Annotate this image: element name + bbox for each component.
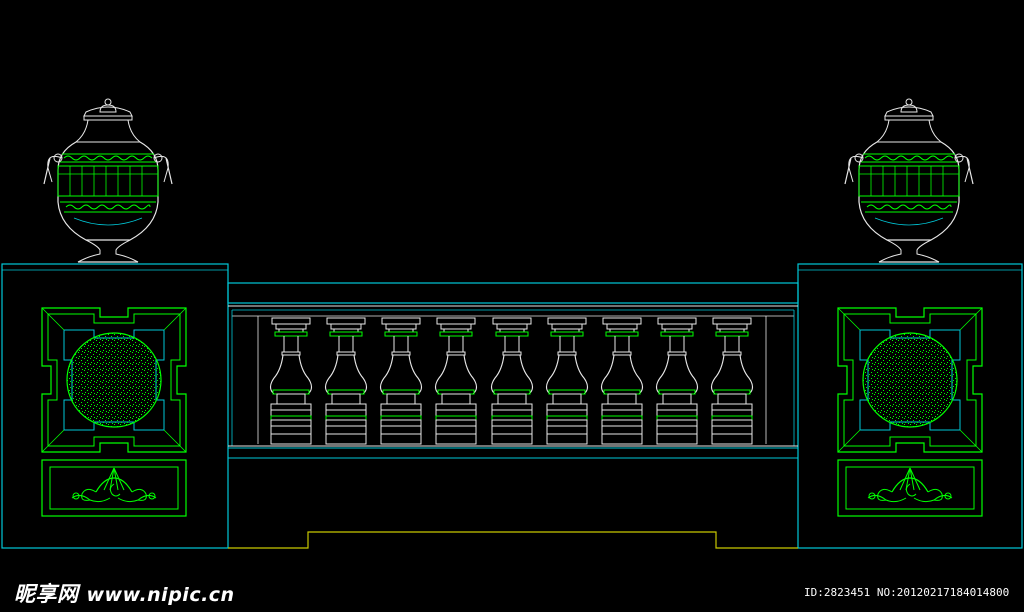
watermark-url: www.nipic.cn <box>86 584 235 606</box>
left-pedestal <box>1 263 229 549</box>
watermark-brand-name: 昵享网 <box>14 582 79 606</box>
right-pedestal <box>797 263 1023 549</box>
baluster <box>324 317 368 445</box>
balusters <box>269 317 754 445</box>
watermark-brand: 昵享网 www.nipic.cn <box>14 578 235 608</box>
baluster <box>434 317 478 445</box>
watermark-id: ID:2823451 NO:20120217184014800 <box>804 586 1010 599</box>
baluster <box>490 317 534 445</box>
baluster <box>600 317 644 445</box>
baluster <box>655 317 699 445</box>
baluster <box>379 317 423 445</box>
baluster <box>545 317 589 445</box>
cad-balustrade-drawing <box>1 98 1023 549</box>
baluster <box>269 317 313 445</box>
left-urn <box>43 98 173 263</box>
right-urn <box>844 98 974 263</box>
baluster <box>710 317 754 445</box>
